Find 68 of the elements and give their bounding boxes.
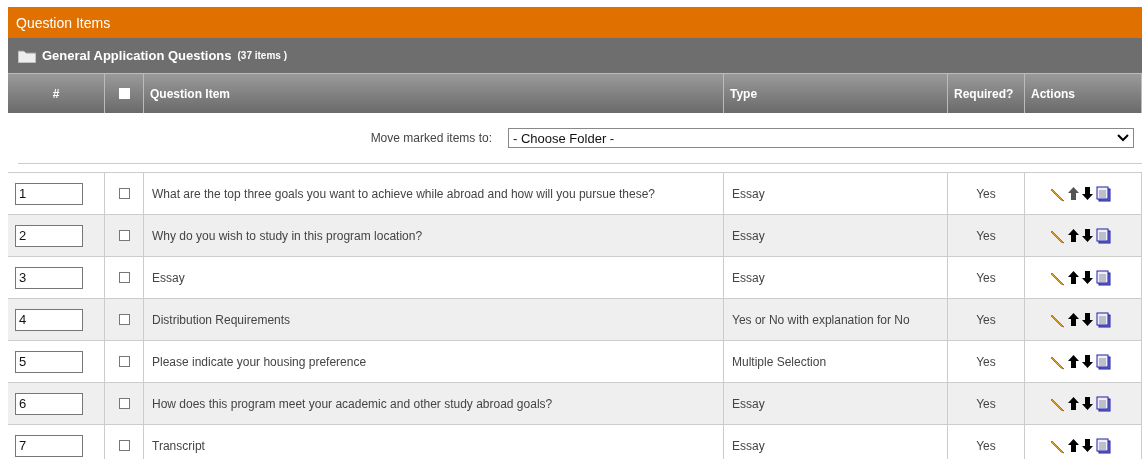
question-type: Yes or No with explanation for No bbox=[732, 312, 910, 327]
copy-icon[interactable] bbox=[1096, 437, 1111, 454]
order-field[interactable]: 4 bbox=[15, 308, 83, 331]
question-type: Essay bbox=[732, 228, 765, 243]
row-checkbox[interactable] bbox=[118, 356, 130, 367]
question-type: Multiple Selection bbox=[732, 354, 827, 369]
row-checkbox[interactable] bbox=[118, 440, 130, 451]
order-field[interactable]: 2 bbox=[15, 224, 83, 247]
order-field[interactable]: 1 bbox=[15, 182, 83, 205]
chevron-down-icon bbox=[1117, 134, 1129, 142]
column-header: # bbox=[8, 73, 105, 113]
question-type: Essay bbox=[732, 270, 765, 285]
required-value: Yes bbox=[976, 270, 996, 285]
up-arrow-icon[interactable] bbox=[1068, 439, 1079, 452]
copy-icon[interactable] bbox=[1096, 395, 1111, 412]
item-count: (37 items ) bbox=[237, 50, 287, 61]
question-type: Essay bbox=[732, 396, 765, 411]
down-arrow-icon[interactable] bbox=[1082, 271, 1093, 284]
required-value: Yes bbox=[976, 438, 996, 453]
required-value: Yes bbox=[976, 228, 996, 243]
copy-icon[interactable] bbox=[1096, 269, 1111, 286]
folder-select[interactable]: - Choose Folder - bbox=[508, 128, 1134, 148]
question-text: Essay bbox=[152, 270, 185, 285]
copy-icon[interactable] bbox=[1096, 227, 1111, 244]
question-type: Essay bbox=[732, 438, 765, 453]
copy-icon[interactable] bbox=[1096, 311, 1111, 328]
column-header: Required? bbox=[948, 73, 1025, 113]
question-text: Transcript bbox=[152, 438, 205, 453]
row-checkbox[interactable] bbox=[118, 230, 130, 241]
down-arrow-icon[interactable] bbox=[1082, 187, 1093, 200]
column-header: Question Item bbox=[144, 73, 724, 113]
up-arrow-icon[interactable] bbox=[1068, 355, 1079, 368]
down-arrow-icon[interactable] bbox=[1082, 439, 1093, 452]
move-label: Move marked items to: bbox=[370, 131, 492, 145]
up-arrow-icon[interactable] bbox=[1068, 229, 1079, 242]
folder-name: General Application Questions bbox=[42, 48, 232, 63]
question-text: Why do you wish to study in this program location? bbox=[152, 228, 423, 243]
required-value: Yes bbox=[976, 186, 996, 201]
panel-title: Question Items bbox=[8, 7, 1142, 38]
question-type: Essay bbox=[732, 186, 765, 201]
required-value: Yes bbox=[976, 312, 996, 327]
required-value: Yes bbox=[976, 354, 996, 369]
order-field[interactable]: 6 bbox=[15, 392, 83, 415]
up-arrow-icon[interactable] bbox=[1068, 397, 1079, 410]
down-arrow-icon[interactable] bbox=[1082, 313, 1093, 326]
order-field[interactable]: 5 bbox=[15, 350, 83, 373]
question-text: Please indicate your housing preference bbox=[152, 354, 367, 369]
order-field[interactable]: 3 bbox=[15, 266, 83, 289]
up-arrow-icon[interactable] bbox=[1068, 271, 1079, 284]
down-arrow-icon[interactable] bbox=[1082, 397, 1093, 410]
down-arrow-icon[interactable] bbox=[1082, 355, 1093, 368]
question-text: Distribution Requirements bbox=[152, 312, 291, 327]
copy-icon[interactable] bbox=[1096, 185, 1111, 202]
question-text: What are the top three goals you want to achieve while abroad and how will you pursue these? bbox=[152, 186, 655, 201]
row-checkbox[interactable] bbox=[118, 314, 130, 325]
required-value: Yes bbox=[976, 396, 996, 411]
down-arrow-icon[interactable] bbox=[1082, 229, 1093, 242]
question-text: How does this program meet your academic and other study abroad goals? bbox=[152, 396, 553, 411]
row-checkbox[interactable] bbox=[118, 398, 130, 409]
select-all-checkbox[interactable] bbox=[118, 88, 130, 99]
order-field[interactable]: 7 bbox=[15, 434, 83, 457]
column-header: Actions bbox=[1025, 73, 1142, 113]
row-checkbox[interactable] bbox=[118, 272, 130, 283]
row-checkbox[interactable] bbox=[118, 188, 130, 199]
column-header: Type bbox=[724, 73, 948, 113]
copy-icon[interactable] bbox=[1096, 353, 1111, 370]
folder-icon bbox=[18, 48, 36, 63]
up-arrow-icon[interactable] bbox=[1068, 313, 1079, 326]
